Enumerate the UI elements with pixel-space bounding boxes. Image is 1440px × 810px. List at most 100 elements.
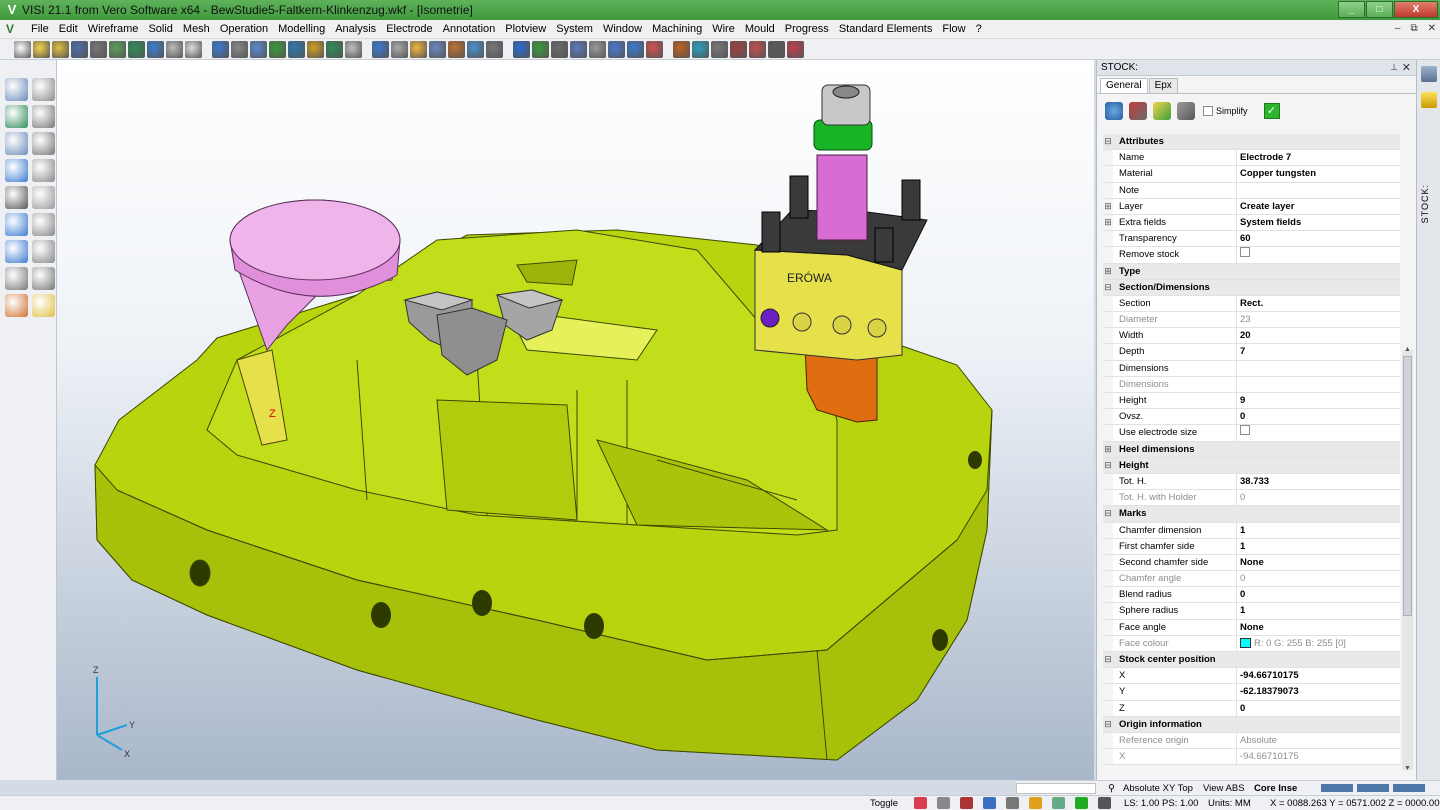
toolbar-tool-icon-24[interactable]	[467, 41, 484, 58]
property-group[interactable]: ⊞ Heel dimensions	[1103, 441, 1400, 458]
menu-item-file[interactable]: File	[26, 23, 54, 35]
search-icon[interactable]: ⚲	[1108, 783, 1115, 794]
property-value[interactable]	[1237, 376, 1400, 392]
property-value[interactable]: Rect.	[1237, 295, 1400, 312]
property-row[interactable]: Face angle None	[1103, 619, 1400, 636]
minimize-button[interactable]: _	[1338, 1, 1365, 18]
left-tool-undo-icon[interactable]	[32, 267, 55, 290]
toolbar-tool-icon-1[interactable]	[14, 41, 31, 58]
close-button[interactable]: X	[1394, 1, 1438, 18]
menu-item-flow[interactable]: Flow	[937, 23, 970, 35]
menu-item-plotview[interactable]: Plotview	[500, 23, 551, 35]
mdi-minimize-button[interactable]: –	[1395, 23, 1401, 34]
property-row[interactable]: Blend radius 0	[1103, 587, 1400, 604]
property-row[interactable]: ⊞ Extra fields System fields	[1103, 214, 1400, 232]
property-row[interactable]: Y -62.18379073	[1103, 684, 1400, 701]
left-tool-cut-icon[interactable]	[32, 78, 55, 101]
menu-item-standard-elements[interactable]: Standard Elements	[834, 23, 938, 35]
left-tool-plane-icon[interactable]	[32, 186, 55, 209]
menu-item-wireframe[interactable]: Wireframe	[83, 23, 144, 35]
left-tool-check-icon[interactable]	[32, 132, 55, 155]
tool-icon[interactable]	[960, 797, 973, 809]
property-group[interactable]: ⊟ Section/Dimensions	[1103, 279, 1400, 296]
collapse-icon[interactable]: ⊟	[1103, 134, 1113, 149]
left-tool-folder-icon[interactable]	[32, 294, 55, 317]
colour-swatch[interactable]	[1240, 638, 1251, 649]
property-row[interactable]: Width 20	[1103, 328, 1400, 345]
scroll-thumb[interactable]	[1403, 356, 1412, 616]
property-value[interactable]: 7	[1237, 344, 1400, 360]
toolbar-tool-icon-38[interactable]	[749, 41, 766, 58]
absolute-xy-label[interactable]: Absolute XY Top	[1123, 783, 1193, 794]
refresh-icon[interactable]	[1105, 102, 1123, 120]
property-row[interactable]: Reference origin Absolute	[1103, 732, 1400, 750]
property-row[interactable]: Material Copper tungsten	[1103, 166, 1400, 183]
toolbar-tool-icon-9[interactable]	[166, 41, 183, 58]
toolbar-tool-icon-2[interactable]	[33, 41, 50, 58]
toolbar-tool-icon-15[interactable]	[288, 41, 305, 58]
property-value[interactable]: 23	[1237, 312, 1400, 328]
left-tool-tools-icon[interactable]	[5, 294, 28, 317]
toolbar-tool-icon-32[interactable]	[627, 41, 644, 58]
property-row[interactable]: ⊞ Layer Create layer	[1103, 198, 1400, 215]
property-row[interactable]: Z0	[1103, 700, 1400, 717]
folder-icon[interactable]	[1153, 102, 1171, 120]
menu-item-modelling[interactable]: Modelling	[273, 23, 330, 35]
property-value[interactable]: Absolute	[1237, 732, 1400, 749]
toolbar-tool-icon-5[interactable]	[90, 41, 107, 58]
property-group[interactable]: ⊟ Origin information	[1103, 716, 1400, 733]
menu-item-window[interactable]: Window	[598, 23, 647, 35]
menu-item-analysis[interactable]: Analysis	[330, 23, 381, 35]
menu-item-progress[interactable]: Progress	[780, 23, 834, 35]
property-value[interactable]: 0	[1237, 700, 1400, 716]
menu-item-mesh[interactable]: Mesh	[178, 23, 215, 35]
confirm-button[interactable]: ✓	[1263, 103, 1280, 119]
property-value[interactable]	[1237, 247, 1400, 263]
mdi-restore-button[interactable]: ⧉	[1410, 23, 1417, 34]
property-row[interactable]: Name Electrode 7	[1103, 150, 1400, 167]
grid-icon[interactable]	[1006, 797, 1019, 809]
toolbar-tool-icon-29[interactable]	[570, 41, 587, 58]
stock-icon[interactable]	[1421, 92, 1437, 108]
maximize-button[interactable]: □	[1366, 1, 1393, 18]
left-tool-axis-icon[interactable]	[5, 159, 28, 182]
toolbar-tool-icon-8[interactable]	[147, 41, 164, 58]
property-value[interactable]: -62.18379073	[1237, 684, 1400, 700]
property-value[interactable]: Copper tungsten	[1237, 166, 1400, 182]
property-row[interactable]: X -94.66710175	[1103, 668, 1400, 685]
property-value[interactable]: 38.733	[1237, 473, 1400, 490]
toolbar-tool-icon-22[interactable]	[429, 41, 446, 58]
simplify-option[interactable]: Simplify	[1203, 106, 1248, 116]
menu-item-edit[interactable]: Edit	[54, 23, 83, 35]
property-row[interactable]: Height 9	[1103, 393, 1400, 410]
menu-item-solid[interactable]: Solid	[143, 23, 177, 35]
property-row[interactable]: First chamfer side 1	[1103, 538, 1400, 555]
toolbar-tool-icon-13[interactable]	[250, 41, 267, 58]
scroll-up-icon[interactable]: ▲	[1404, 346, 1411, 353]
toggle-button[interactable]: Toggle	[870, 798, 898, 809]
toolbar-tool-icon-25[interactable]	[486, 41, 503, 58]
left-tool-help-icon[interactable]	[5, 240, 28, 263]
property-row[interactable]: Depth 7	[1103, 344, 1400, 361]
left-tool-slash-icon[interactable]	[32, 159, 55, 182]
left-tool-measure-icon[interactable]	[32, 105, 55, 128]
property-value[interactable]: 20	[1237, 328, 1400, 344]
record-icon[interactable]	[914, 797, 927, 809]
property-row[interactable]: Chamfer dimension 1	[1103, 522, 1400, 539]
left-tool-zoom-window-icon[interactable]	[5, 132, 28, 155]
property-row[interactable]: Dimensions	[1103, 376, 1400, 393]
property-row[interactable]: Section Rect.	[1103, 295, 1400, 313]
left-tool-move-icon[interactable]	[5, 186, 28, 209]
menu-item-electrode[interactable]: Electrode	[381, 23, 437, 35]
menu-item-[interactable]: ?	[971, 23, 987, 35]
property-row[interactable]: Tot. H. 38.733	[1103, 473, 1400, 491]
property-value[interactable]	[1237, 182, 1400, 198]
command-input[interactable]	[1016, 783, 1096, 794]
toolbar-tool-icon-21[interactable]	[410, 41, 427, 58]
property-row[interactable]: Diameter 23	[1103, 312, 1400, 329]
layer-icon[interactable]	[1052, 797, 1065, 809]
property-row[interactable]: Sphere radius 1	[1103, 603, 1400, 620]
pin-icon[interactable]: ⊥	[1390, 62, 1398, 73]
property-row[interactable]: Transparency 60	[1103, 231, 1400, 248]
toolbar-tool-icon-26[interactable]	[513, 41, 530, 58]
